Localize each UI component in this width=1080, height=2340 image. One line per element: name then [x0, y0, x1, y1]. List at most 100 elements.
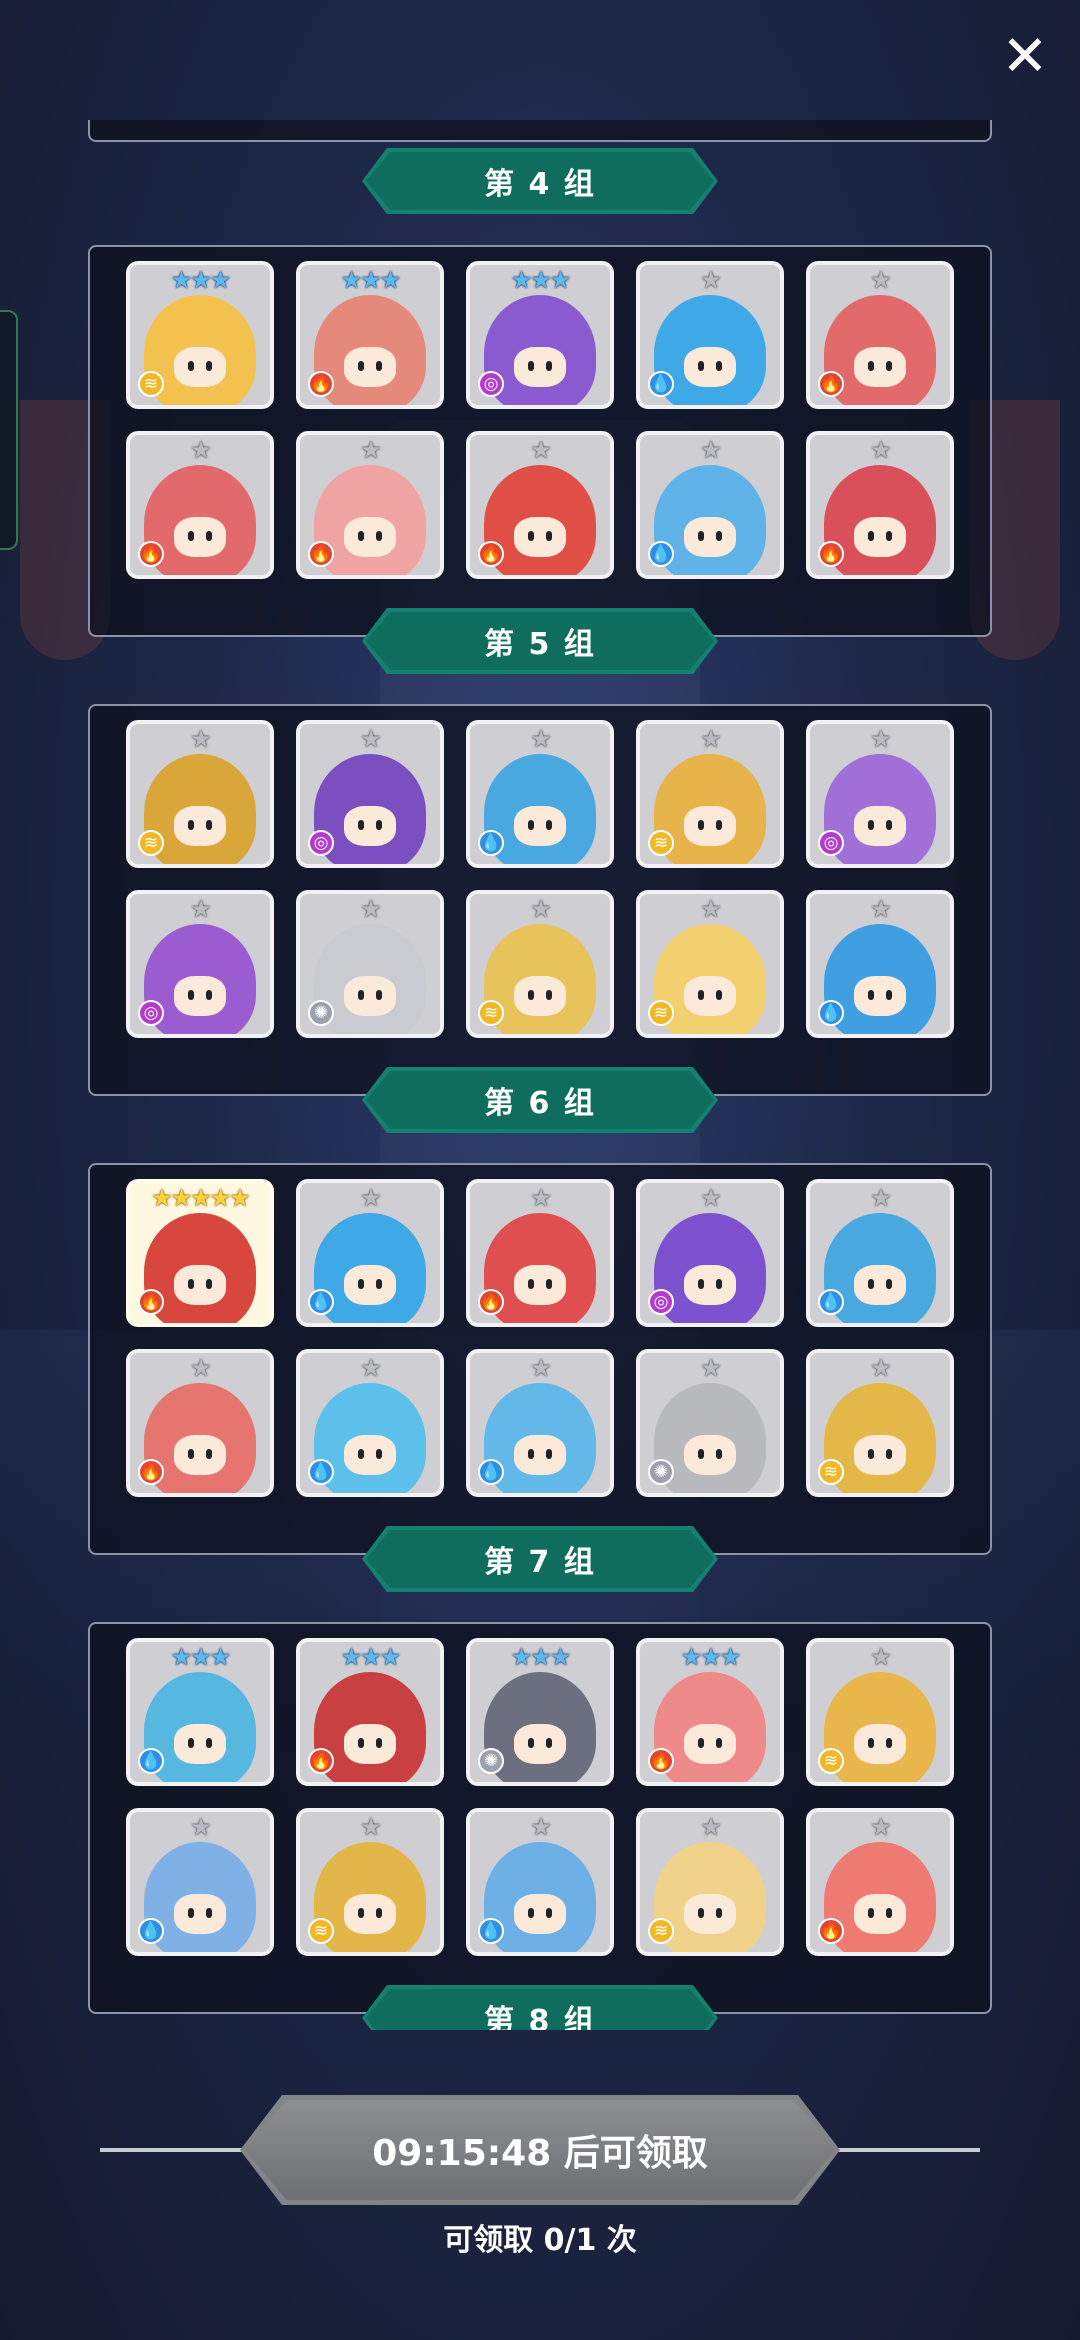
star-rating-icon: ★	[190, 725, 212, 753]
hero-card[interactable]: ★★★ ✺	[466, 1638, 614, 1786]
star-rating-icon: ★	[700, 1354, 722, 1382]
wind-element-icon: ≋	[308, 1918, 334, 1944]
star-rating-icon: ★	[530, 725, 552, 753]
hero-face	[344, 1894, 396, 1934]
hero-card[interactable]: ★ ◎	[296, 720, 444, 868]
star-rating-icon: ★★★	[510, 266, 572, 294]
hero-face	[514, 347, 566, 387]
star-rating-icon: ★	[360, 725, 382, 753]
close-button[interactable]: ✕	[996, 28, 1054, 86]
hero-card[interactable]: ★ 🔥	[126, 431, 274, 579]
hero-card[interactable]: ★ 🔥	[296, 431, 444, 579]
group-list[interactable]: 第 4 组 ★★★ ≋ ★★★ 🔥 ★★★ ◎ ★ 💧 ★ 🔥 ★ 🔥 ★ 🔥 ★ 🔥 ★ 💧 ★ 🔥 第 5 组 ★…	[0, 120, 1080, 2030]
hero-face	[684, 1724, 736, 1764]
hero-card[interactable]: ★ 💧	[296, 1349, 444, 1497]
hero-face	[684, 1265, 736, 1305]
hero-card[interactable]: ★ 💧	[636, 261, 784, 409]
hero-face	[344, 976, 396, 1016]
hero-card[interactable]: ★ ✺	[296, 890, 444, 1038]
hero-card[interactable]: ★ 🔥	[806, 1808, 954, 1956]
hero-face	[174, 347, 226, 387]
star-rating-icon: ★	[700, 436, 722, 464]
hero-face	[344, 517, 396, 557]
hero-face	[854, 1265, 906, 1305]
group-panel: ★★★ ≋ ★★★ 🔥 ★★★ ◎ ★ 💧 ★ 🔥 ★ 🔥 ★ 🔥 ★ 🔥 ★ 💧 ★ 🔥	[88, 245, 992, 637]
claim-bar: 09:15:48 后可领取	[0, 2095, 1080, 2205]
hero-face	[514, 1894, 566, 1934]
hero-card[interactable]: ★★★ 💧	[126, 1638, 274, 1786]
group-label: 第 5 组	[484, 627, 596, 662]
fire-element-icon: 🔥	[818, 371, 844, 397]
hero-face	[174, 976, 226, 1016]
hero-card[interactable]: ★★★ ◎	[466, 261, 614, 409]
star-rating-icon: ★★★	[170, 266, 232, 294]
group-panel: ★ ≋ ★ ◎ ★ 💧 ★ ≋ ★ ◎ ★ ◎ ★ ✺ ★ ≋ ★ ≋ ★ 💧	[88, 704, 992, 1096]
hero-card[interactable]: ★ 🔥	[466, 431, 614, 579]
group-panel: ★★★ 💧 ★★★ 🔥 ★★★ ✺ ★★★ 🔥 ★ ≋ ★ 💧 ★ ≋ ★ 💧 ★ ≋ ★ 🔥	[88, 1622, 992, 2014]
star-rating-icon: ★	[530, 1184, 552, 1212]
star-rating-icon: ★	[190, 1813, 212, 1841]
hero-face	[514, 1265, 566, 1305]
hero-card[interactable]: ★ ≋	[636, 890, 784, 1038]
star-rating-icon: ★★★	[680, 1643, 742, 1671]
star-rating-icon: ★★★	[170, 1643, 232, 1671]
claim-button[interactable]: 09:15:48 后可领取	[240, 2095, 840, 2205]
hero-grid: ★★★ ≋ ★★★ 🔥 ★★★ ◎ ★ 💧 ★ 🔥 ★ 🔥 ★ 🔥 ★ 🔥 ★ 💧 ★ 🔥	[126, 261, 954, 579]
hero-face	[854, 1894, 906, 1934]
hero-face	[514, 1724, 566, 1764]
water-element-icon: 💧	[308, 1289, 334, 1315]
hero-card[interactable]: ★★★ 🔥	[296, 261, 444, 409]
hero-face	[344, 347, 396, 387]
hero-card[interactable]: ★ ≋	[636, 720, 784, 868]
hero-card[interactable]: ★★★ 🔥	[636, 1638, 784, 1786]
hero-face	[684, 347, 736, 387]
hero-card[interactable]: ★★★★★ 🔥	[126, 1179, 274, 1327]
divider-right	[830, 2148, 980, 2152]
hero-face	[344, 806, 396, 846]
hero-card[interactable]: ★ 💧	[466, 720, 614, 868]
hero-face	[514, 806, 566, 846]
hero-card[interactable]: ★★★ ≋	[126, 261, 274, 409]
fire-element-icon: 🔥	[818, 1918, 844, 1944]
hero-card[interactable]: ★ ◎	[806, 720, 954, 868]
hero-face	[344, 1265, 396, 1305]
hero-grid: ★★★ 💧 ★★★ 🔥 ★★★ ✺ ★★★ 🔥 ★ ≋ ★ 💧 ★ ≋ ★ 💧 ★ ≋ ★ 🔥	[126, 1638, 954, 1956]
hero-card[interactable]: ★ ◎	[126, 890, 274, 1038]
hero-card[interactable]: ★ ≋	[806, 1349, 954, 1497]
hero-card[interactable]: ★ ≋	[806, 1638, 954, 1786]
star-rating-icon: ★	[700, 1813, 722, 1841]
fire-element-icon: 🔥	[648, 1748, 674, 1774]
hero-card[interactable]: ★ 💧	[296, 1179, 444, 1327]
hero-card[interactable]: ★ 🔥	[806, 261, 954, 409]
wind-element-icon: ≋	[138, 371, 164, 397]
hero-card[interactable]: ★ 💧	[806, 1179, 954, 1327]
star-rating-icon: ★	[870, 895, 892, 923]
hero-face	[684, 806, 736, 846]
hero-card[interactable]: ★ 💧	[636, 431, 784, 579]
star-rating-icon: ★	[870, 1813, 892, 1841]
hero-face	[174, 517, 226, 557]
hero-card[interactable]: ★ ≋	[466, 890, 614, 1038]
hero-card[interactable]: ★ ≋	[126, 720, 274, 868]
hero-card[interactable]: ★ 💧	[466, 1349, 614, 1497]
hero-card[interactable]: ★ ≋	[636, 1808, 784, 1956]
star-rating-icon: ★	[360, 895, 382, 923]
fire-element-icon: 🔥	[308, 1748, 334, 1774]
hero-card[interactable]: ★ ✺	[636, 1349, 784, 1497]
hero-card[interactable]: ★ ≋	[296, 1808, 444, 1956]
hero-card[interactable]: ★ 🔥	[466, 1179, 614, 1327]
hero-card[interactable]: ★ 🔥	[126, 1349, 274, 1497]
hero-face	[684, 976, 736, 1016]
hero-face	[174, 1724, 226, 1764]
hero-card[interactable]: ★ 💧	[126, 1808, 274, 1956]
hero-card[interactable]: ★ 🔥	[806, 431, 954, 579]
hero-card[interactable]: ★ 💧	[806, 890, 954, 1038]
fire-element-icon: 🔥	[478, 1289, 504, 1315]
hero-card[interactable]: ★ ◎	[636, 1179, 784, 1327]
star-rating-icon: ★	[190, 436, 212, 464]
hero-face	[344, 1435, 396, 1475]
hero-card[interactable]: ★ 💧	[466, 1808, 614, 1956]
fire-element-icon: 🔥	[308, 541, 334, 567]
group-label: 第 4 组	[484, 167, 596, 202]
hero-card[interactable]: ★★★ 🔥	[296, 1638, 444, 1786]
